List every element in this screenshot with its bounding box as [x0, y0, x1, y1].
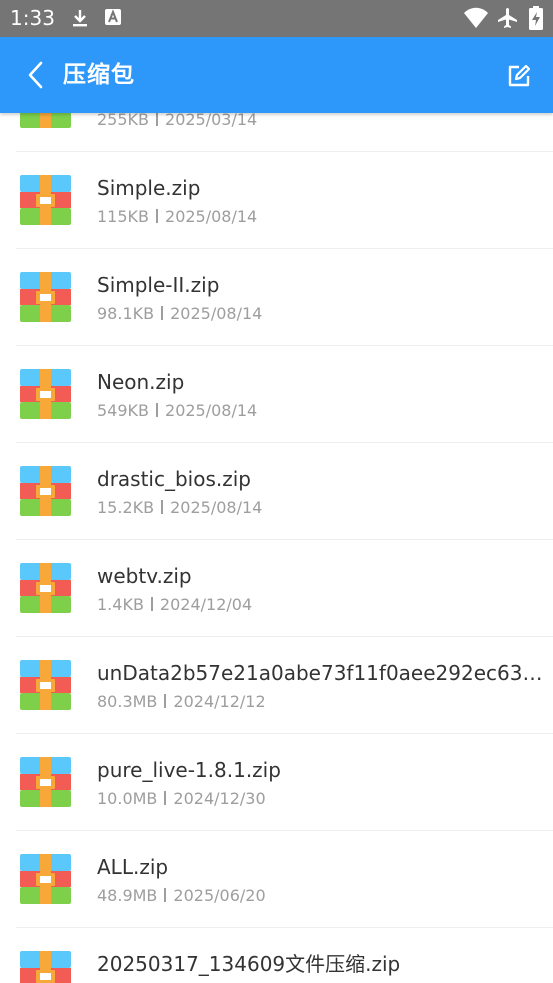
zip-archive-icon	[20, 563, 71, 613]
meta-separator	[156, 403, 159, 417]
file-meta: 10.0MB 2024/12/30	[97, 788, 266, 810]
meta-separator	[164, 791, 167, 805]
file-name: ALL.zip	[97, 855, 169, 879]
file-list-item[interactable]: drastic_bios.zip 15.2KB 2025/08/14	[16, 443, 553, 540]
file-meta: 15.2KB 2025/08/14	[97, 497, 262, 519]
file-list-item[interactable]: pure_live-1.8.1.zip 10.0MB 2024/12/30	[16, 734, 553, 831]
zip-archive-icon	[20, 175, 71, 225]
battery-charging-icon	[529, 6, 543, 30]
file-size: 80.3MB	[97, 692, 158, 711]
file-size: 115KB	[97, 207, 150, 226]
file-date: 2025/08/14	[165, 207, 258, 226]
file-meta: 1.4KB 2024/12/04	[97, 594, 252, 616]
file-name: Simple-II.zip	[97, 273, 220, 297]
file-date: 2025/08/14	[170, 498, 263, 517]
file-list-item[interactable]: webtv.zip 1.4KB 2024/12/04	[16, 540, 553, 637]
zip-archive-icon	[20, 466, 71, 516]
file-list-item[interactable]: Simple-II.zip 98.1KB 2025/08/14	[16, 249, 553, 346]
file-list-item[interactable]: Neon.zip 549KB 2025/08/14	[16, 346, 553, 443]
file-meta: 98.1KB 2025/08/14	[97, 303, 262, 325]
file-size: 48.9MB	[97, 886, 158, 905]
file-name: Neon.zip	[97, 370, 185, 394]
zip-archive-icon	[20, 660, 71, 710]
file-date: 2025/08/14	[165, 401, 258, 420]
accessibility-a-icon	[105, 9, 121, 25]
back-button[interactable]	[22, 57, 54, 93]
file-date: 2025/06/20	[173, 886, 266, 905]
meta-separator	[161, 500, 164, 514]
file-name: pure_live-1.8.1.zip	[97, 758, 281, 782]
file-name: Simple.zip	[97, 176, 201, 200]
status-bar: 1:33	[0, 0, 553, 37]
meta-separator	[156, 209, 159, 223]
meta-separator	[156, 112, 159, 126]
airplane-mode-icon	[498, 8, 517, 28]
zip-archive-icon	[20, 951, 71, 983]
wifi-icon	[464, 7, 488, 28]
file-size: 549KB	[97, 401, 150, 420]
file-date: 2024/12/30	[173, 789, 266, 808]
screen: 1:33 压缩包 255KB 2025/03/14 Simple.zip 115…	[0, 0, 553, 983]
file-size: 10.0MB	[97, 789, 158, 808]
file-name: drastic_bios.zip	[97, 467, 252, 491]
file-size: 98.1KB	[97, 304, 155, 323]
meta-separator	[164, 888, 167, 902]
page-title: 压缩包	[63, 62, 135, 88]
meta-separator	[150, 597, 153, 611]
file-list-item[interactable]: 20250317_134609文件压缩.zip	[16, 928, 553, 983]
file-size: 15.2KB	[97, 498, 155, 517]
zip-archive-icon	[20, 757, 71, 807]
file-list-item[interactable]: unData2b57e21a0abe73f11f0aee292ec630… 80…	[16, 637, 553, 734]
zip-archive-icon	[20, 272, 71, 322]
zip-archive-icon	[20, 369, 71, 419]
meta-separator	[164, 694, 167, 708]
edit-icon	[508, 64, 531, 87]
edit-button[interactable]	[502, 59, 536, 93]
file-date: 2024/12/04	[159, 595, 253, 614]
file-meta: 48.9MB 2025/06/20	[97, 885, 266, 907]
file-list[interactable]: 255KB 2025/03/14 Simple.zip 115KB 2025/08/…	[0, 55, 553, 983]
meta-separator	[161, 306, 164, 320]
file-meta: 549KB 2025/08/14	[97, 400, 257, 422]
file-name: webtv.zip	[97, 564, 192, 588]
chevron-left-icon	[28, 61, 43, 89]
app-bar: 压缩包	[0, 37, 553, 113]
download-icon	[73, 10, 87, 27]
file-name: 20250317_134609文件压缩.zip	[97, 952, 401, 976]
status-time: 1:33	[10, 6, 55, 30]
file-list-item[interactable]: ALL.zip 48.9MB 2025/06/20	[16, 831, 553, 928]
file-list-item[interactable]: Simple.zip 115KB 2025/08/14	[16, 152, 553, 249]
file-meta: 115KB 2025/08/14	[97, 206, 257, 228]
file-meta: 80.3MB 2024/12/12	[97, 691, 266, 713]
file-date: 2024/12/12	[173, 692, 266, 711]
zip-archive-icon	[20, 854, 71, 904]
file-date: 2025/08/14	[170, 304, 263, 323]
file-name: unData2b57e21a0abe73f11f0aee292ec630…	[97, 661, 549, 685]
file-size: 1.4KB	[97, 595, 144, 614]
